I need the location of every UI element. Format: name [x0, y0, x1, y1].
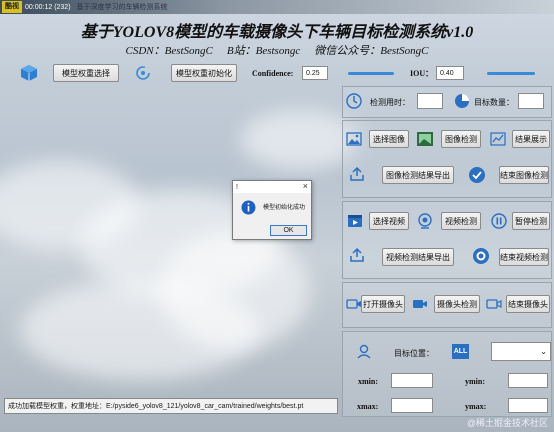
- cube-icon[interactable]: [20, 64, 38, 82]
- upload-icon: [349, 166, 365, 182]
- detect-video-button[interactable]: 视频检测: [441, 212, 481, 230]
- xmin-value: [391, 373, 433, 388]
- all-icon: ALL: [452, 344, 469, 359]
- confidence-slider[interactable]: [348, 72, 394, 75]
- video-icon: [347, 213, 363, 229]
- detect-image-button[interactable]: 图像检测: [441, 130, 481, 148]
- pie-chart-icon: [453, 92, 471, 110]
- target-select[interactable]: ⌄: [491, 342, 551, 361]
- ymin-value: [508, 373, 548, 388]
- author-info: CSDN：BestSongC B站：Bestsongc 微信公众号：BestSo…: [0, 42, 554, 58]
- webcam-icon: [416, 212, 434, 230]
- ymin-label: ymin:: [465, 377, 485, 386]
- end-image-detect-button[interactable]: 结束图像检测: [499, 166, 549, 184]
- watermark: @稀土掘金技术社区: [466, 418, 548, 428]
- dialog-titlebar: !: [233, 181, 311, 193]
- upload-icon: [349, 247, 365, 263]
- reset-icon[interactable]: [134, 64, 152, 82]
- message-dialog: ! × 模型初始化成功 OK: [232, 180, 312, 240]
- image-icon: [346, 131, 362, 147]
- select-video-button[interactable]: 选择视频: [369, 212, 409, 230]
- chevron-down-icon: ⌄: [540, 347, 547, 356]
- confidence-label: Confidence:: [252, 69, 294, 78]
- bilibili-info: B站：Bestsongc: [226, 45, 301, 57]
- pause-icon: [490, 212, 508, 230]
- export-video-result-button[interactable]: 视频检测结果导出: [382, 248, 454, 266]
- target-position-label: 目标位置：: [394, 349, 434, 358]
- window-titlebar: 酷视 00:00:12 (232) 基于深度学习的车辆检测系统: [0, 0, 554, 14]
- iou-input[interactable]: 0.40: [436, 66, 464, 80]
- dialog-message: 模型初始化成功: [263, 205, 306, 211]
- check-circle-icon: [468, 166, 486, 184]
- clock-icon: [345, 92, 363, 110]
- ymax-label: ymax:: [465, 402, 487, 411]
- status-bar: 成功加载模型权重，权重地址：E:/pyside6_yolov8_121/yolo…: [4, 398, 338, 414]
- select-weights-button[interactable]: 模型权重选择: [53, 64, 119, 82]
- camera-icon: [346, 296, 362, 312]
- cloud-decoration: [160, 230, 310, 350]
- xmin-label: xmin:: [358, 377, 378, 386]
- window-name: 基于深度学习的车辆检测系统: [76, 4, 168, 11]
- ok-button[interactable]: OK: [270, 225, 307, 236]
- close-icon[interactable]: ×: [303, 181, 308, 191]
- export-image-result-button[interactable]: 图像检测结果导出: [382, 166, 454, 184]
- close-camera-button[interactable]: 结束摄像头: [506, 295, 550, 313]
- app-badge: 酷视: [2, 1, 22, 13]
- open-camera-button[interactable]: 打开摄像头: [361, 295, 405, 313]
- confidence-input[interactable]: 0.25: [302, 66, 328, 80]
- time-value: [417, 93, 443, 109]
- select-image-button[interactable]: 选择图像: [369, 130, 409, 148]
- detect-camera-button[interactable]: 摄像头检测: [434, 295, 480, 313]
- page-title: 基于YOLOV8模型的车载摄像头下车辆目标检测系统v1.0: [80, 24, 474, 41]
- stop-circle-icon: [472, 247, 490, 265]
- video-camera-icon: [412, 296, 428, 312]
- end-video-detect-button[interactable]: 结束视频检测: [499, 248, 549, 266]
- iou-slider[interactable]: [487, 72, 535, 75]
- show-result-button[interactable]: 结果展示: [512, 130, 550, 148]
- info-icon: [241, 200, 256, 215]
- all-text: ALL: [453, 348, 468, 355]
- pause-detect-button[interactable]: 暂停检测: [512, 212, 550, 230]
- location-icon: [356, 343, 372, 359]
- ymax-value: [508, 398, 548, 413]
- xmax-label: xmax:: [357, 402, 379, 411]
- iou-label: IOU：: [410, 69, 434, 78]
- count-value: [518, 93, 544, 109]
- line-chart-icon: [490, 131, 506, 147]
- init-weights-button[interactable]: 模型权重初始化: [171, 64, 237, 82]
- wechat-info: 微信公众号：BestSongC: [314, 45, 429, 57]
- xmax-value: [391, 398, 433, 413]
- count-label: 目标数量：: [474, 98, 514, 107]
- camera-off-icon: [486, 296, 502, 312]
- recording-time: 00:00:12 (232): [25, 3, 71, 11]
- time-label: 检测用时：: [370, 98, 410, 107]
- dialog-title: !: [236, 183, 238, 191]
- gallery-icon: [416, 130, 434, 148]
- csdn-info: CSDN：BestSongC: [125, 45, 213, 57]
